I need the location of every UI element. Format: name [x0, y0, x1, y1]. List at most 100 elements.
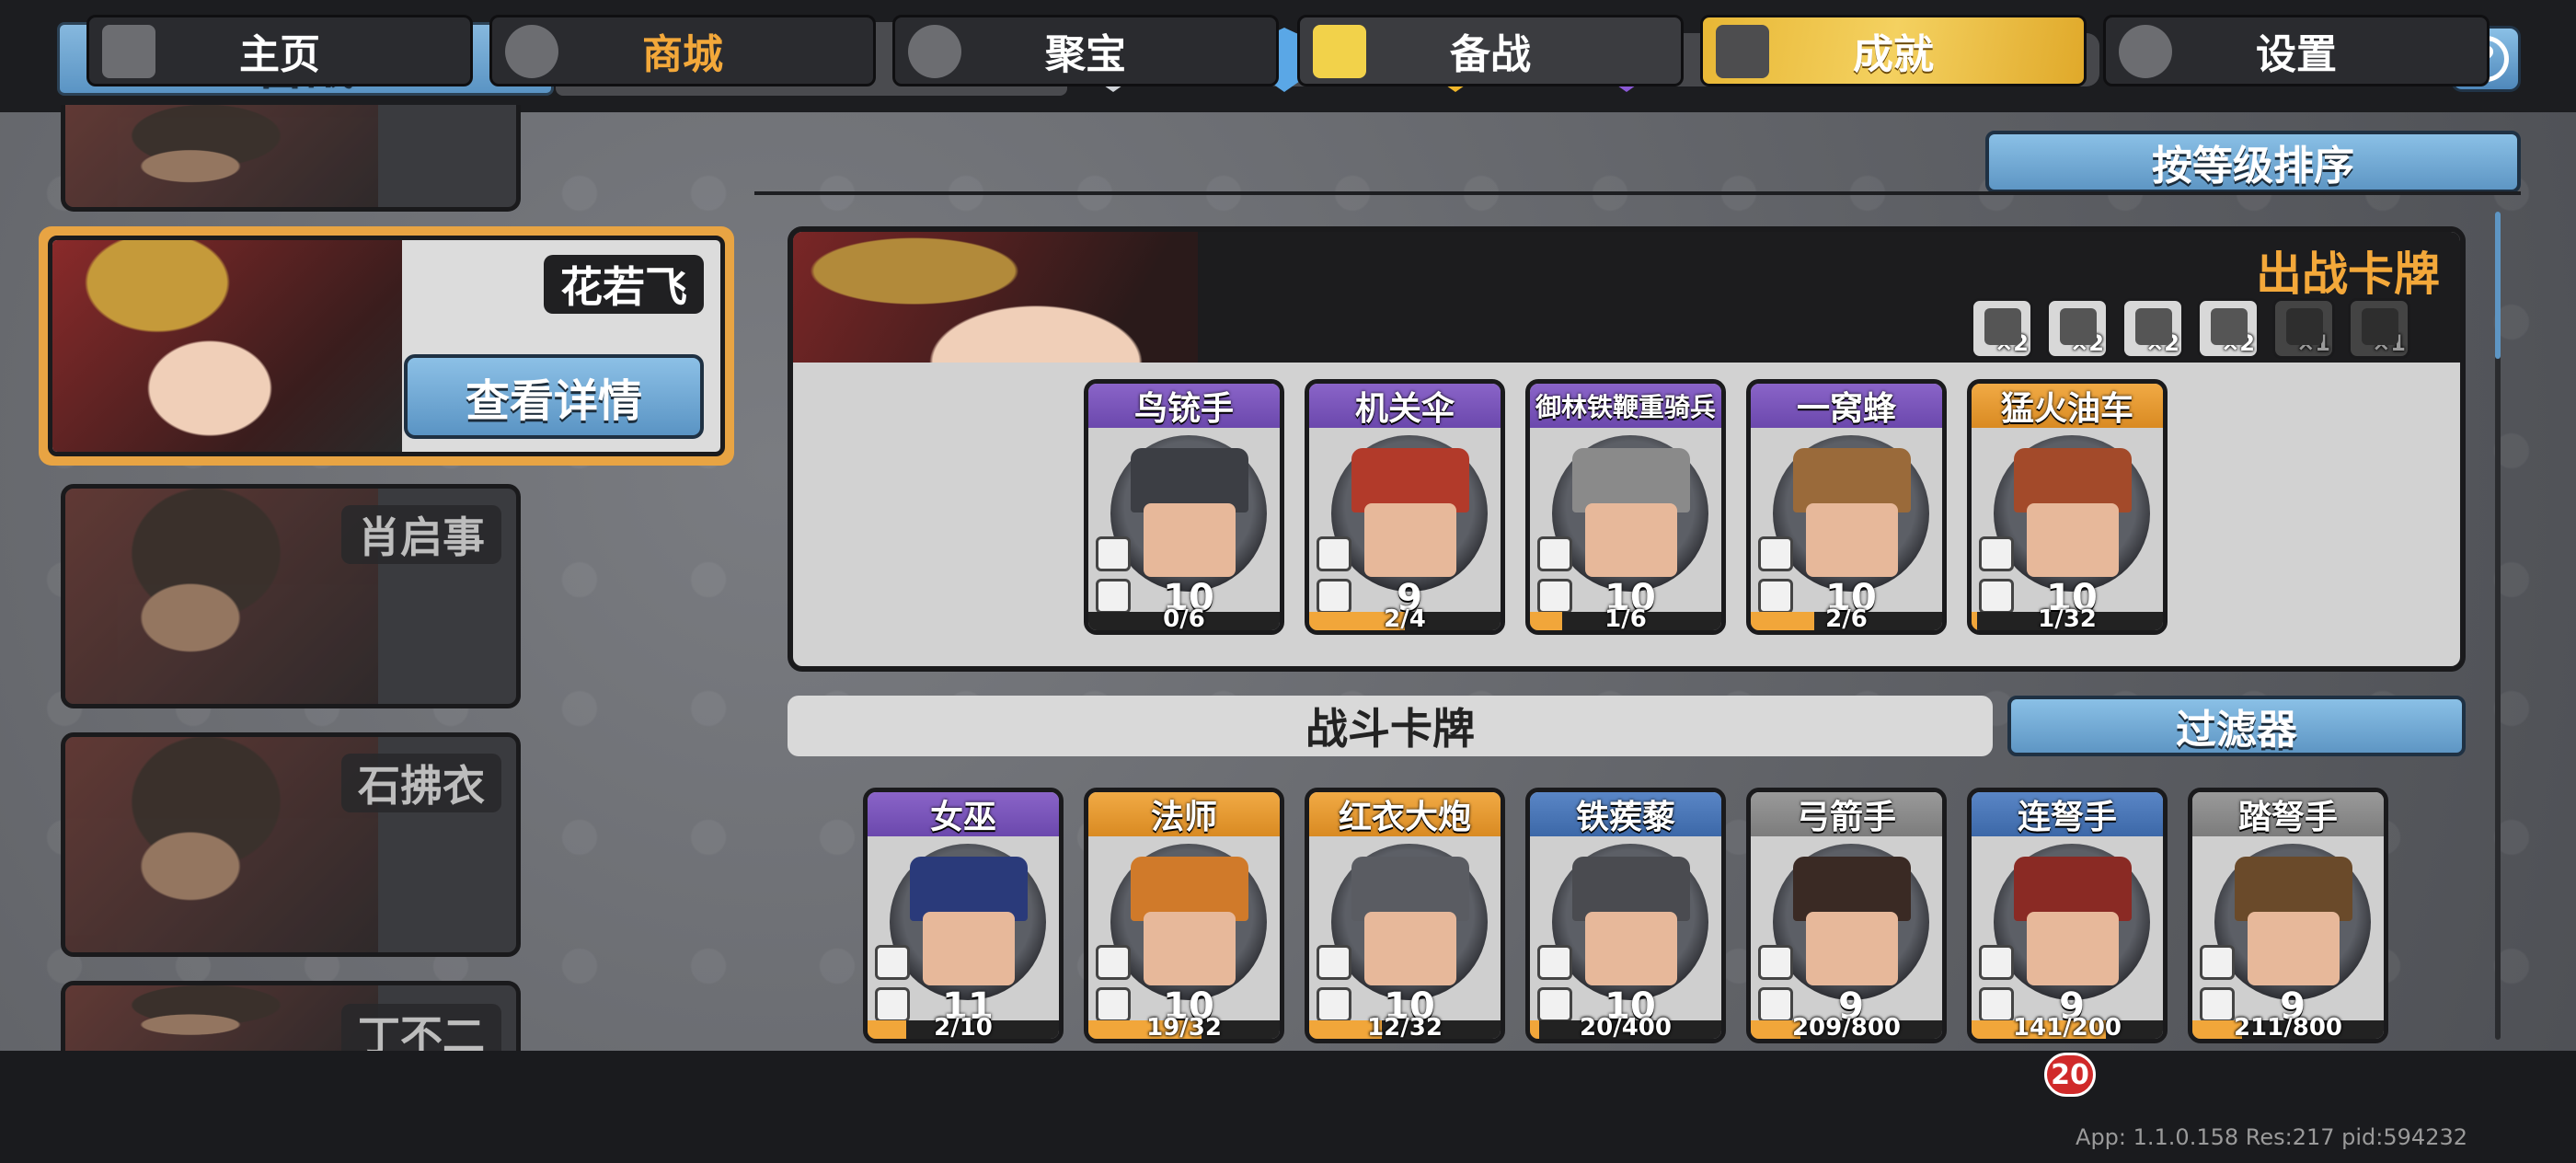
hero-name: 花若飞 — [544, 255, 704, 314]
trait-icon — [1537, 536, 1572, 571]
achievement-icon — [1716, 25, 1769, 78]
filter-button[interactable]: 过滤器 — [2007, 696, 2466, 756]
trait-icon — [1537, 945, 1572, 980]
card-name: 弓箭手 — [1751, 792, 1942, 836]
bonus-musket-icon[interactable]: ×2 — [1971, 298, 2033, 359]
nav-label: 商城 — [642, 31, 723, 78]
card-name: 踏弩手 — [2192, 792, 2384, 836]
unit-face — [1806, 503, 1898, 577]
divider — [754, 191, 2521, 195]
unit-face — [1144, 503, 1236, 577]
card-name: 鸟铳手 — [1088, 384, 1280, 428]
card-name: 机关伞 — [1309, 384, 1501, 428]
bonus-horse-icon[interactable]: ×1 — [2348, 298, 2410, 359]
deck-header: 出战卡牌 ×2 ×2 ×2 ×2 ×1 ×1 — [793, 232, 2460, 363]
unit-face — [1585, 912, 1677, 985]
version-text: App: 1.1.0.158 Res:217 pid:594232 — [2076, 1124, 2467, 1150]
nav-label: 聚宝 — [1045, 31, 1126, 78]
card-progress: 19/32 — [1146, 1014, 1222, 1042]
hero-card-selected[interactable]: 花若飞 查看详情 — [39, 226, 734, 466]
unit-card[interactable]: 鸟铳手 10 0/6 — [1084, 379, 1284, 635]
hero-portrait — [65, 985, 378, 1051]
unit-face — [1806, 912, 1898, 985]
scrollbar[interactable] — [2495, 212, 2501, 1040]
bonus-burst-icon[interactable]: ×2 — [2197, 298, 2260, 359]
card-progress: 141/200 — [2012, 1014, 2122, 1042]
unit-face — [923, 912, 1015, 985]
hero-portrait — [65, 737, 378, 952]
unit-card[interactable]: 猛火油车 10 1/32 — [1967, 379, 2168, 635]
card-name: 一窝蜂 — [1751, 384, 1942, 428]
card-name: 红衣大炮 — [1309, 792, 1501, 836]
card-progress: 20/400 — [1580, 1014, 1672, 1042]
hero-card[interactable]: 石拂衣 — [61, 732, 521, 957]
nav-home[interactable]: 主页 — [86, 15, 473, 86]
unit-card[interactable]: 女巫 11 2/10 — [863, 788, 1064, 1043]
unit-card[interactable]: 红衣大炮 10 12/32 — [1305, 788, 1505, 1043]
card-progress: 2/6 — [1825, 605, 1868, 633]
unit-card[interactable]: 机关伞 9 2/4 — [1305, 379, 1505, 635]
cards-icon — [1313, 25, 1366, 78]
trait-icon — [1317, 945, 1351, 980]
unit-card[interactable]: 弓箭手 9 209/800 — [1746, 788, 1947, 1043]
unit-card[interactable]: 一窝蜂 10 2/6 — [1746, 379, 1947, 635]
card-name: 女巫 — [868, 792, 1059, 836]
nav-label: 成就 — [1853, 31, 1934, 78]
nav-shop[interactable]: 商城 — [489, 15, 876, 86]
unit-card[interactable]: 法师 10 19/32 — [1084, 788, 1284, 1043]
sort-by-level-button[interactable]: 按等级排序 — [1985, 131, 2521, 193]
bonus-row: ×2 ×2 ×2 ×2 ×1 ×1 — [1971, 298, 2410, 359]
nav-prepare[interactable]: 备战 — [1297, 15, 1684, 86]
hero-card[interactable]: 丁不二 — [61, 981, 521, 1051]
nav-treasure[interactable]: 聚宝 — [892, 15, 1279, 86]
unit-card[interactable]: 连弩手 9 141/200 — [1967, 788, 2168, 1043]
coins-icon — [505, 25, 558, 78]
bonus-gear-icon[interactable]: ×2 — [2122, 298, 2184, 359]
card-progress: 211/800 — [2233, 1014, 2343, 1042]
trait-icon — [1317, 536, 1351, 571]
trait-icon — [875, 945, 910, 980]
unit-face — [1364, 503, 1456, 577]
card-name: 连弩手 — [1972, 792, 2163, 836]
hero-card[interactable]: 肖启事 — [61, 484, 521, 708]
treasure-bowl-icon — [908, 25, 961, 78]
nav-label: 备战 — [1450, 31, 1531, 78]
nav-label: 设置 — [2256, 31, 2337, 78]
hero-portrait — [65, 105, 378, 207]
view-details-button[interactable]: 查看详情 — [404, 354, 704, 439]
hero-name: 石拂衣 — [341, 754, 501, 812]
deck-title: 出战卡牌 — [2256, 248, 2440, 301]
unit-card[interactable]: 御林铁鞭重骑兵 10 1/6 — [1525, 379, 1726, 635]
unit-face — [2027, 912, 2119, 985]
card-name: 御林铁鞭重骑兵 — [1530, 384, 1721, 428]
unit-face — [1144, 912, 1236, 985]
trait-icon — [2200, 945, 2235, 980]
unit-card[interactable]: 铁蒺藜 10 20/400 — [1525, 788, 1726, 1043]
nav-achievement[interactable]: 成就 — [1700, 15, 2087, 86]
card-progress: 0/6 — [1163, 605, 1205, 633]
unit-face — [1585, 503, 1677, 577]
bonus-shield-icon[interactable]: ×2 — [2046, 298, 2109, 359]
trait-icon — [1096, 536, 1131, 571]
nav-settings[interactable]: 设置 — [2103, 15, 2490, 86]
unit-face — [1364, 912, 1456, 985]
battle-cards-title: 战斗卡牌 — [788, 696, 1993, 756]
card-progress: 1/32 — [2038, 605, 2097, 633]
card-progress: 2/10 — [934, 1014, 993, 1042]
unit-face — [2248, 912, 2340, 985]
trait-icon — [1096, 945, 1131, 980]
unit-card[interactable]: 踏弩手 9 211/800 — [2188, 788, 2388, 1043]
trait-icon — [1758, 945, 1793, 980]
scrollbar-thumb[interactable] — [2495, 212, 2501, 359]
hero-name: 肖启事 — [341, 505, 501, 564]
bonus-helmet-icon[interactable]: ×1 — [2272, 298, 2335, 359]
hero-card[interactable] — [61, 105, 521, 212]
card-progress: 209/800 — [1791, 1014, 1902, 1042]
card-progress: 12/32 — [1367, 1014, 1443, 1042]
nav-label: 主页 — [239, 31, 320, 78]
achievement-badge: 20 — [2044, 1053, 2096, 1097]
unit-face — [2027, 503, 2119, 577]
hero-portrait — [65, 489, 378, 704]
trait-icon — [1979, 536, 2014, 571]
card-name: 法师 — [1088, 792, 1280, 836]
